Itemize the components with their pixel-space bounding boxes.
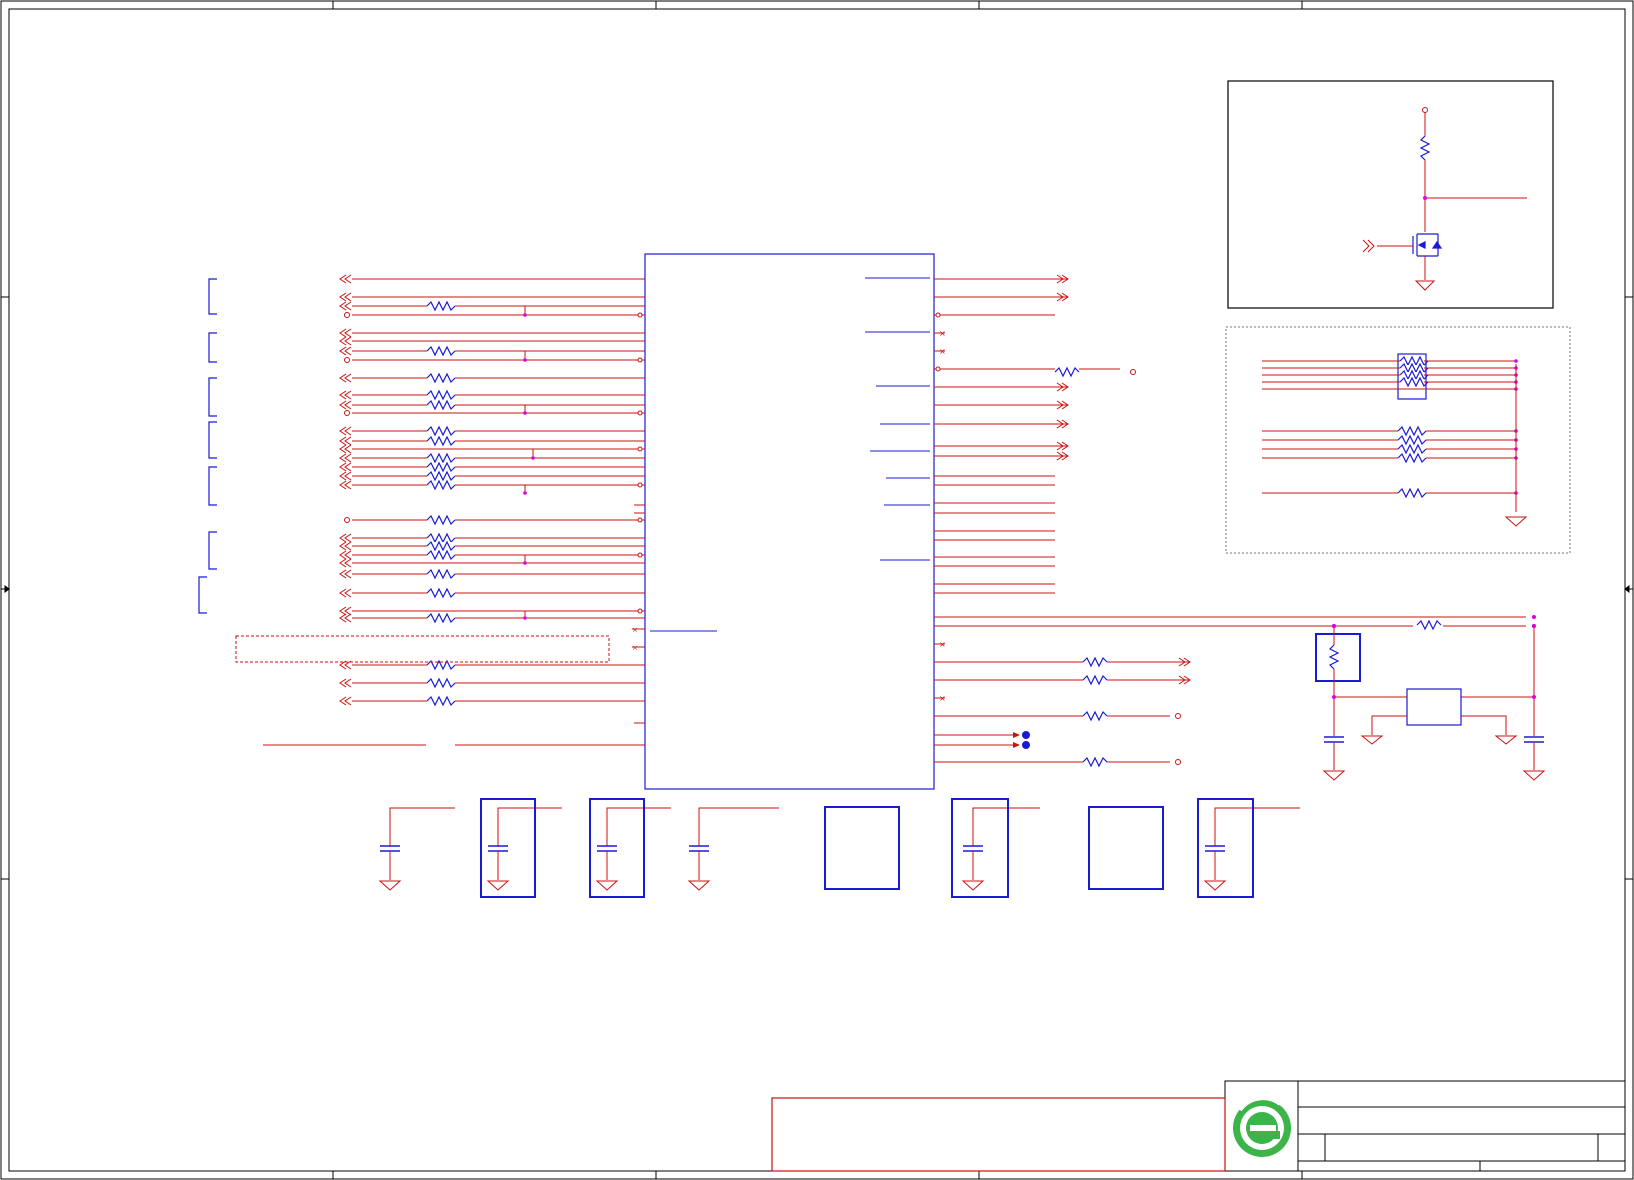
left-series-resistors [426,300,456,707]
offpage-connector [344,453,352,463]
cap-wire [497,807,562,846]
ground-symbol [595,880,619,891]
pin-marker [637,312,643,318]
offpage-connector [344,541,352,551]
offpage-connector [344,550,352,560]
cap-wire [1214,807,1300,846]
offpage-connector [344,471,352,481]
ground-symbol [687,880,711,891]
right-line-terminals [1130,369,1181,765]
resistor-gap [1083,759,1107,765]
left-bus-brackets [198,278,217,614]
offpage-connector [344,678,352,688]
no-connect-x: × [632,626,638,634]
offpage-connector [344,400,352,410]
offpage-connector [344,292,352,302]
pin-marker [637,482,643,488]
pin-marker [637,608,643,614]
bus-bracket [208,278,217,315]
offpage-connector [344,606,352,616]
offpage-connector [344,274,352,284]
bus-bracket [208,531,217,570]
bus-bracket [198,576,207,614]
junction-dot [523,561,527,565]
schematic-canvas: ×× ×××× [0,0,1634,1180]
bus-bracket [208,377,217,417]
offpage-connector [344,346,352,356]
schematic-sheet: × × × × × × [0,0,1634,1180]
offpage-connector [344,558,352,568]
pin-marker [637,357,643,363]
bus-bracket [208,466,217,506]
cap-wire [698,807,779,846]
junction-dot [523,491,527,495]
ic-pin-marks [650,277,930,632]
cap-wire [606,807,671,846]
no-connect-x: × [939,694,946,703]
e-logo-icon [1233,1096,1291,1157]
pin-marker [935,366,941,372]
offpage-connector [344,696,352,706]
ground-symbol [961,880,985,891]
offpage-connector [344,444,352,454]
cap-wire [389,807,455,846]
offpage-connector [344,390,352,400]
main-ic-body [644,253,935,790]
wire-terminal [344,357,350,363]
ground-symbol [486,880,510,891]
right-signal-wires: × × × × [934,274,1536,765]
ground-symbol [1203,880,1227,891]
offpage-connector [344,436,352,446]
no-connect-x: × [939,347,946,356]
junction-dot [523,313,527,317]
mosfet-circuit-box [1227,80,1554,309]
wire-terminal [344,410,350,416]
bus-bracket [208,421,217,459]
junction-dot [531,456,535,460]
junction-dot [523,616,527,620]
offpage-connector [344,426,352,436]
offpage-connector [344,328,352,338]
resistor-gap [1083,677,1107,683]
wire-terminal [344,312,350,318]
no-connect-x: × [632,644,638,652]
left-note-box [235,635,610,663]
offpage-connector [344,533,352,543]
regulator-area [1315,619,1546,781]
left-signal-wires: ×× [339,274,645,724]
offpage-connector [344,301,352,311]
wire-terminal [344,517,350,523]
offpage-connector [344,336,352,346]
offpage-connector [344,588,352,598]
bus-bracket [208,332,217,363]
pin-marker [637,446,643,452]
cap-wire [972,807,1040,846]
pin-marker [637,517,643,523]
ground-symbol [378,880,402,891]
pin-marker [935,312,941,318]
no-connect-x: × [939,329,946,338]
offpage-connector [344,373,352,383]
junction-dot [1514,359,1518,363]
sheet-frame [0,0,1634,1180]
revision-note-box [771,1097,1226,1172]
junction-dot [523,358,527,362]
junction-dot [523,411,527,415]
decoupling-highlight-boxes [480,798,1254,898]
no-connect-x: × [939,640,946,649]
pulldown-resistor-box [1225,326,1571,554]
offpage-connector [344,569,352,579]
resistor-gap [1083,659,1107,665]
pin-marker [637,410,643,416]
offpage-connector [344,613,352,623]
offpage-connector [344,462,352,472]
pin-marker [637,552,643,558]
junction-dot [1532,615,1536,619]
resistor-gap [1083,713,1107,719]
right-test-points [1013,731,1030,749]
offpage-connector [344,480,352,490]
